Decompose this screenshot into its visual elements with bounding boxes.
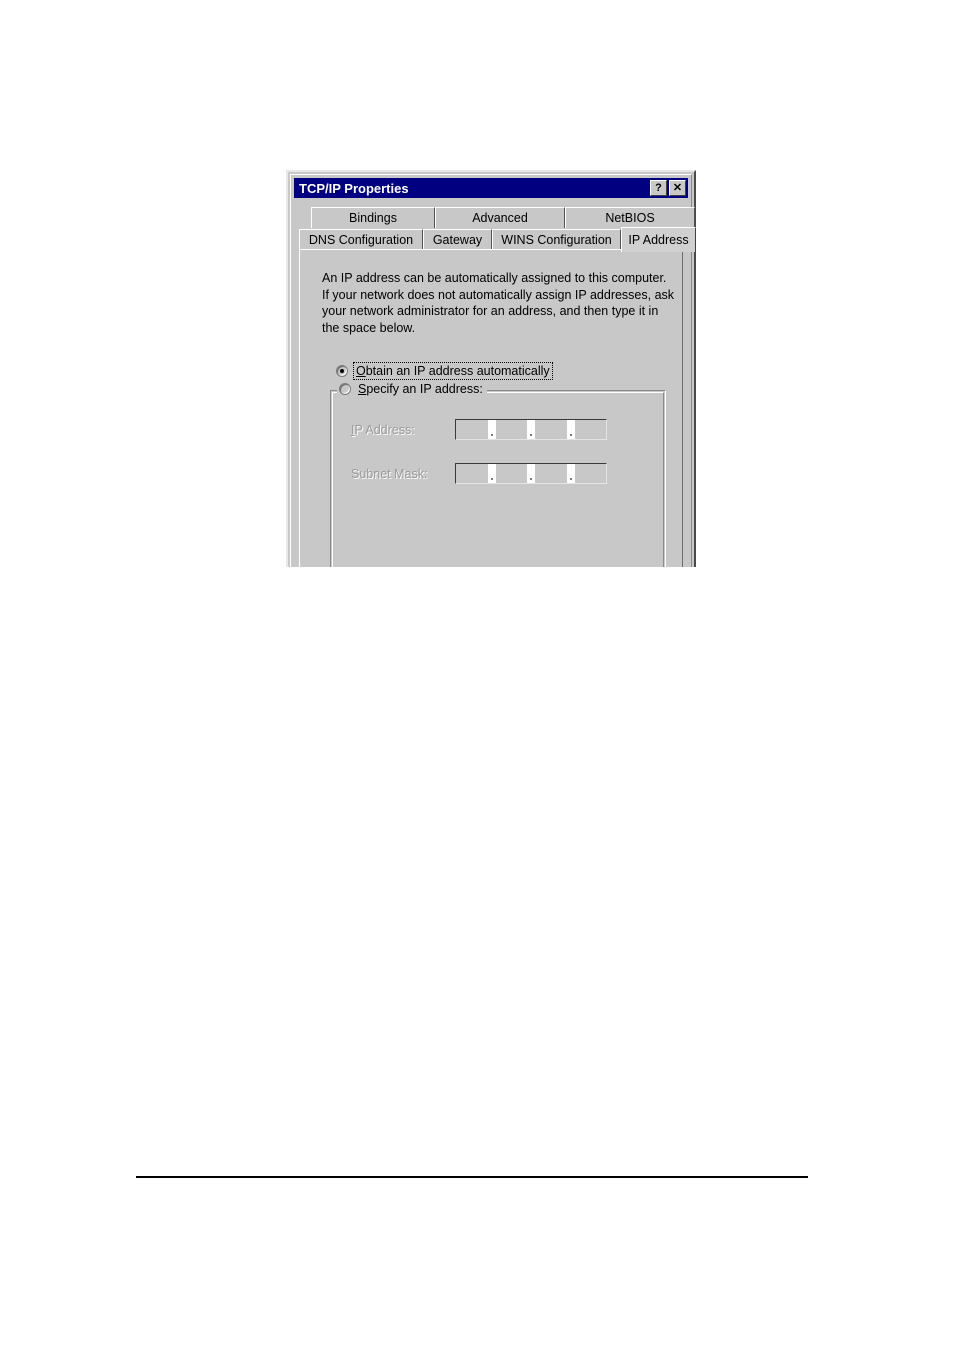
tab-gateway[interactable]: Gateway (423, 229, 492, 250)
radio-obtain-ip-automatically-label: Obtain an IP address automatically (353, 362, 553, 380)
mask-octet-2[interactable] (495, 464, 527, 483)
label-text: P Address: (354, 422, 415, 437)
ip-address-field-row: IP Address: (351, 419, 607, 440)
close-icon[interactable]: ✕ (669, 180, 686, 196)
ip-octet-1[interactable] (456, 420, 488, 439)
tab-label: DNS Configuration (308, 233, 414, 247)
ip-octet-3[interactable] (535, 420, 567, 439)
tab-label: IP Address (628, 233, 689, 247)
label-text: btain an IP address automatically (365, 364, 550, 378)
footer-rule (136, 1176, 808, 1178)
titlebar-buttons: ? ✕ (650, 180, 686, 196)
description-line: If your network does not automatically a… (322, 287, 675, 302)
radio-button-icon[interactable] (339, 383, 351, 395)
tab-label: NetBIOS (605, 211, 655, 225)
tab-row-upper: Bindings Advanced NetBIOS (311, 205, 695, 228)
tab-bindings[interactable]: Bindings (311, 207, 435, 228)
radio-specify-ip-address-label: Specify an IP address: (358, 382, 483, 396)
description-line: your network administrator for an addres… (322, 304, 659, 318)
ip-address-panel: An IP address can be automatically assig… (299, 249, 683, 567)
tcpip-properties-dialog: TCP/IP Properties ? ✕ Bindings Advanced (286, 170, 696, 567)
ip-octet-4[interactable] (574, 420, 606, 439)
accelerator-char: O (356, 364, 366, 378)
label-text: ubnet Mask: (359, 466, 428, 481)
description-line: the space below. (322, 320, 416, 335)
description-text: An IP address can be automatically assig… (322, 270, 675, 336)
tab-strip: Bindings Advanced NetBIOS DNS Configurat… (299, 205, 696, 255)
tab-label: Bindings (349, 211, 397, 225)
subnet-mask-input[interactable] (455, 463, 607, 484)
ip-address-label: IP Address: (351, 423, 455, 437)
description-line: An IP address can be automatically assig… (322, 271, 667, 285)
ip-separator (487, 464, 496, 483)
tab-row-lower: DNS Configuration Gateway WINS Configura… (299, 227, 696, 252)
mask-octet-3[interactable] (535, 464, 567, 483)
ip-separator (566, 464, 575, 483)
tab-netbios[interactable]: NetBIOS (565, 207, 695, 228)
tab-advanced[interactable]: Advanced (435, 207, 565, 228)
document-page: TCP/IP Properties ? ✕ Bindings Advanced (0, 0, 954, 1348)
titlebar[interactable]: TCP/IP Properties ? ✕ (294, 178, 688, 198)
tab-wins-configuration[interactable]: WINS Configuration (492, 229, 621, 250)
window-title: TCP/IP Properties (299, 180, 409, 196)
mask-octet-4[interactable] (574, 464, 606, 483)
ip-separator (527, 420, 535, 439)
radio-button-icon[interactable] (336, 365, 348, 377)
specify-ip-groupbox: Specify an IP address: IP Address: Subne… (330, 382, 666, 567)
dialog-inner-frame: TCP/IP Properties ? ✕ Bindings Advanced (290, 174, 696, 567)
tab-label: Gateway (432, 233, 483, 247)
ip-address-input[interactable] (455, 419, 607, 440)
radio-obtain-ip-automatically[interactable]: Obtain an IP address automatically (336, 362, 553, 380)
subnet-mask-label: Subnet Mask: (351, 466, 428, 481)
ip-separator (487, 420, 496, 439)
tab-dns-configuration[interactable]: DNS Configuration (299, 229, 423, 250)
help-button[interactable]: ? (650, 180, 667, 196)
ip-octet-2[interactable] (495, 420, 527, 439)
ip-separator (566, 420, 575, 439)
ip-separator (527, 464, 535, 483)
mask-octet-1[interactable] (456, 464, 488, 483)
subnet-mask-field-row: Subnet Mask: (351, 463, 607, 484)
tab-label: WINS Configuration (501, 233, 612, 247)
tcpip-properties-dialog-clip: TCP/IP Properties ? ✕ Bindings Advanced (286, 170, 696, 567)
radio-specify-ip-address[interactable]: Specify an IP address: (337, 382, 487, 396)
label-text: pecify an IP address: (366, 382, 483, 396)
tab-ip-address[interactable]: IP Address (621, 227, 696, 252)
tab-label: Advanced (472, 211, 528, 225)
